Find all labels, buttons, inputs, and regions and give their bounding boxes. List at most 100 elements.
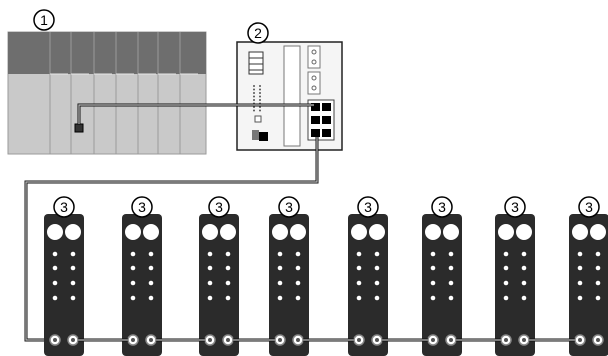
indicator-dot bbox=[448, 265, 454, 271]
indicator-dot bbox=[448, 295, 454, 301]
io-module: 3 bbox=[495, 196, 535, 356]
indicator-dot bbox=[577, 295, 583, 301]
callout-number: 3 bbox=[438, 199, 446, 215]
indicator-dot bbox=[356, 251, 362, 257]
io-network-diagram: 1 2 3 3 3 3 3 3 3 3 bbox=[7, 9, 608, 356]
indicator-dot bbox=[430, 280, 436, 286]
indicator-dot bbox=[503, 295, 509, 301]
indicator-dot bbox=[577, 251, 583, 257]
indicator-dot bbox=[430, 251, 436, 257]
indicator-dot bbox=[130, 280, 136, 286]
indicator-dot bbox=[130, 295, 136, 301]
indicator-dot bbox=[448, 251, 454, 257]
indicator-dot bbox=[225, 265, 231, 271]
indicator-dot bbox=[503, 280, 509, 286]
indicator-dot bbox=[595, 280, 601, 286]
indicator-dot bbox=[356, 295, 362, 301]
io-module: 3 bbox=[44, 196, 84, 356]
indicator-dot bbox=[277, 251, 283, 257]
callout-gateway: 2 bbox=[247, 22, 269, 44]
indicator-dot bbox=[225, 295, 231, 301]
led bbox=[259, 92, 261, 94]
led bbox=[253, 99, 255, 101]
indicator-dot bbox=[356, 280, 362, 286]
connector-port bbox=[201, 223, 219, 241]
indicator-dot bbox=[207, 265, 213, 271]
led bbox=[253, 95, 255, 98]
indicator-dot bbox=[277, 295, 283, 301]
callout-number: 3 bbox=[511, 199, 519, 215]
connector-port bbox=[589, 223, 607, 241]
connector-port bbox=[515, 223, 533, 241]
indicator-dot bbox=[70, 251, 76, 257]
connector-port bbox=[442, 223, 460, 241]
gateway-device bbox=[236, 41, 343, 151]
io-module: 3 bbox=[569, 196, 608, 356]
indicator-dot bbox=[521, 265, 527, 271]
indicator-dot bbox=[225, 251, 231, 257]
callout-number: 3 bbox=[138, 199, 146, 215]
connector-port bbox=[46, 223, 64, 241]
callout-io-module: 3 bbox=[53, 196, 75, 218]
indicator-dot bbox=[577, 280, 583, 286]
indicator-dot bbox=[52, 265, 58, 271]
indicator-dot bbox=[130, 265, 136, 271]
indicator-dot bbox=[595, 265, 601, 271]
terminal-block-bottom bbox=[307, 71, 321, 95]
indicator-dot bbox=[374, 265, 380, 271]
indicator-dot bbox=[70, 265, 76, 271]
indicator-dot bbox=[595, 295, 601, 301]
connector-port bbox=[424, 223, 442, 241]
plc-port bbox=[74, 123, 84, 133]
callout-plc: 1 bbox=[33, 9, 55, 31]
indicator-dot bbox=[52, 251, 58, 257]
indicator-dot bbox=[207, 295, 213, 301]
connector-port bbox=[64, 223, 82, 241]
connector-port bbox=[271, 223, 289, 241]
led bbox=[259, 85, 261, 87]
connector-port bbox=[350, 223, 368, 241]
indicator-dot bbox=[207, 280, 213, 286]
indicator-dot bbox=[70, 295, 76, 301]
indicator-dot bbox=[374, 251, 380, 257]
svg-text:2: 2 bbox=[254, 25, 262, 41]
terminal-block-top bbox=[307, 45, 321, 69]
led bbox=[259, 95, 261, 98]
indicator-dot bbox=[52, 280, 58, 286]
indicator-dot bbox=[295, 295, 301, 301]
indicator-dot bbox=[207, 251, 213, 257]
indicator-dot bbox=[277, 265, 283, 271]
indicator-dot bbox=[374, 280, 380, 286]
gateway-connector bbox=[252, 130, 259, 140]
callout-number: 3 bbox=[285, 199, 293, 215]
led bbox=[259, 88, 261, 91]
indicator-dot bbox=[430, 295, 436, 301]
led bbox=[253, 85, 255, 87]
callout-io-module: 3 bbox=[578, 196, 600, 218]
indicator-dot bbox=[295, 280, 301, 286]
indicator-dot bbox=[503, 251, 509, 257]
connector-port bbox=[219, 223, 237, 241]
indicator-dot bbox=[148, 295, 154, 301]
indicator-dot bbox=[503, 265, 509, 271]
indicator-dot bbox=[595, 251, 601, 257]
indicator-dot bbox=[70, 280, 76, 286]
callout-number: 3 bbox=[215, 199, 223, 215]
indicator-dot bbox=[521, 280, 527, 286]
callout-io-module: 3 bbox=[504, 196, 526, 218]
led bbox=[253, 109, 255, 112]
connector-port bbox=[571, 223, 589, 241]
connector-port bbox=[289, 223, 307, 241]
indicator-dot bbox=[295, 265, 301, 271]
plc-rack bbox=[7, 31, 207, 155]
svg-text:1: 1 bbox=[40, 12, 48, 28]
callout-number: 3 bbox=[364, 199, 372, 215]
indicator-dot bbox=[52, 295, 58, 301]
callout-io-module: 3 bbox=[431, 196, 453, 218]
io-module: 3 bbox=[348, 196, 388, 356]
connector-port bbox=[124, 223, 142, 241]
indicator-dot bbox=[521, 295, 527, 301]
indicator-dot bbox=[374, 295, 380, 301]
led bbox=[253, 92, 255, 94]
indicator-dot bbox=[225, 280, 231, 286]
